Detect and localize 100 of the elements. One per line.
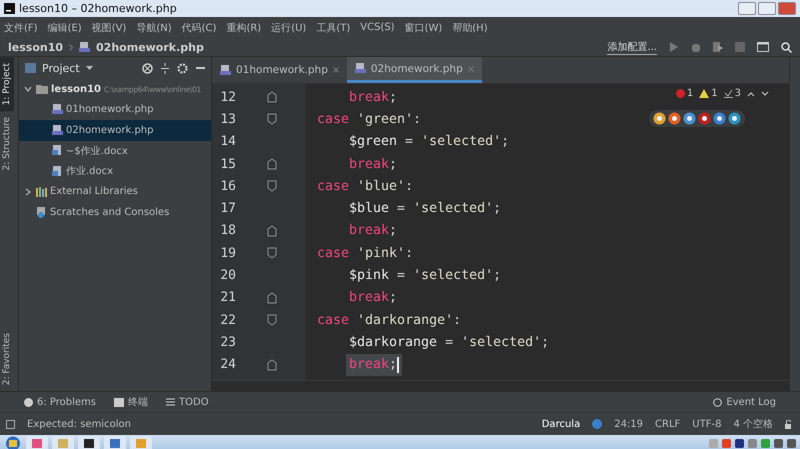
- close-icon[interactable]: [332, 67, 339, 73]
- speech-bubble-icon: [713, 398, 722, 406]
- fold-marker-icon[interactable]: [266, 224, 278, 237]
- menu-item[interactable]: 代码(C): [182, 20, 216, 34]
- fold-marker-icon[interactable]: [266, 292, 278, 304]
- chevron-right-icon[interactable]: [23, 186, 33, 197]
- tool-window-tab[interactable]: 2: Structure: [0, 111, 14, 177]
- php-file-icon: [52, 124, 63, 136]
- browser-icon[interactable]: [683, 112, 696, 125]
- chevron-up-icon[interactable]: [747, 90, 755, 96]
- line-number: 24: [219, 357, 236, 372]
- fold-marker-icon[interactable]: [266, 91, 278, 104]
- run-configuration[interactable]: 添加配置...: [607, 40, 657, 54]
- tool-window-tab[interactable]: 1: Project: [0, 57, 14, 112]
- menu-item[interactable]: 窗口(W): [404, 20, 442, 34]
- run-icon[interactable]: [669, 42, 679, 52]
- line-number: 21: [219, 290, 236, 306]
- error-count[interactable]: 1: [686, 88, 694, 99]
- menu-item[interactable]: 导航(N): [136, 20, 172, 34]
- search-icon[interactable]: [781, 42, 792, 52]
- menu-item[interactable]: 运行(U): [271, 20, 306, 34]
- tree-item[interactable]: 02homework.php: [19, 120, 211, 140]
- chevron-down-icon[interactable]: [761, 90, 769, 96]
- php-file-icon: [220, 64, 231, 76]
- line-separator[interactable]: CRLF: [655, 418, 680, 430]
- dropdown-icon[interactable]: [86, 66, 93, 70]
- indent-setting[interactable]: 4 个空格: [733, 417, 773, 431]
- terminal-icon: [114, 398, 124, 406]
- line-number: 15: [219, 156, 236, 172]
- warning-icon: [699, 89, 710, 98]
- menu-item[interactable]: 编辑(E): [48, 20, 82, 34]
- tree-item[interactable]: 01homework.php: [19, 100, 211, 120]
- theme-label[interactable]: Darcula: [542, 418, 580, 430]
- line-number: 17: [219, 201, 236, 216]
- breadcrumb[interactable]: lesson10: [8, 40, 64, 54]
- breadcrumb[interactable]: 02homework.php: [96, 40, 204, 54]
- tree-item[interactable]: ~$作业.docx: [19, 140, 211, 161]
- tree-item[interactable]: Scratches and Consoles: [19, 202, 211, 222]
- coverage-icon[interactable]: [713, 42, 723, 52]
- hide-icon[interactable]: [196, 66, 205, 70]
- tree-item[interactable]: 作业.docx: [19, 161, 211, 182]
- folder-icon: [36, 84, 48, 94]
- code-line: case 'pink':: [316, 244, 414, 263]
- browser-icon[interactable]: [728, 112, 741, 125]
- app-icon: [4, 3, 15, 14]
- tool-window-tab[interactable]: 2: Favorites: [0, 326, 14, 391]
- panel-title[interactable]: Project: [42, 62, 80, 74]
- lock-icon[interactable]: [785, 420, 794, 428]
- code-line: $green = 'selected';: [348, 133, 510, 152]
- tool-tab[interactable]: TODO: [166, 396, 209, 408]
- tool-tab[interactable]: Event Log: [713, 396, 776, 408]
- weak-warning-count[interactable]: 3: [734, 88, 741, 99]
- menu-item[interactable]: 重构(R): [226, 20, 262, 34]
- debug-icon[interactable]: [691, 42, 701, 52]
- warning-count[interactable]: 1: [711, 88, 718, 99]
- menu-item[interactable]: 文件(F): [4, 20, 38, 34]
- code-line: break;: [348, 88, 398, 107]
- browser-icon[interactable]: [713, 112, 726, 125]
- menu-item[interactable]: 工具(T): [316, 20, 350, 34]
- fold-marker-icon[interactable]: [266, 314, 278, 326]
- editor-tab[interactable]: 01homework.php: [212, 57, 347, 83]
- tree-label: Scratches and Consoles: [50, 206, 170, 218]
- browser-icon[interactable]: [698, 112, 711, 125]
- fold-marker-icon[interactable]: [266, 358, 278, 371]
- code-line: case 'blue':: [316, 178, 414, 196]
- maximize-button[interactable]: [758, 2, 776, 15]
- menu-item[interactable]: 视图(V): [92, 20, 126, 34]
- tree-label: 01homework.php: [66, 104, 154, 116]
- chevron-down-icon[interactable]: [23, 84, 33, 94]
- chevron-right-icon: [69, 44, 74, 50]
- collapse-icon[interactable]: [161, 62, 169, 74]
- target-icon[interactable]: [142, 62, 153, 74]
- menu-item[interactable]: 帮助(H): [452, 20, 488, 34]
- tool-tab[interactable]: 6: Problems: [24, 396, 96, 408]
- code-line: break;: [348, 156, 398, 174]
- fold-marker-icon[interactable]: [266, 158, 278, 170]
- line-number: 12: [219, 90, 236, 105]
- taskbar-app-icon[interactable]: [78, 436, 100, 449]
- caret-position[interactable]: 24:19: [614, 418, 644, 430]
- start-button[interactable]: [4, 436, 22, 449]
- browser-icon[interactable]: [668, 112, 681, 125]
- square-icon[interactable]: [6, 420, 15, 428]
- minimize-button[interactable]: [738, 2, 756, 15]
- panel-icon: [25, 63, 36, 73]
- code-line: $darkorange = 'selected';: [348, 334, 550, 352]
- editor-tab[interactable]: 02homework.php: [346, 57, 482, 83]
- fold-marker-icon[interactable]: [266, 113, 278, 126]
- menu-item[interactable]: VCS(S): [360, 22, 395, 33]
- tree-label: External Libraries: [50, 186, 138, 198]
- settings-icon[interactable]: [177, 62, 188, 74]
- browser-icon[interactable]: [653, 112, 666, 125]
- fold-marker-icon[interactable]: [266, 247, 278, 260]
- status-message: Expected: semicolon: [27, 418, 131, 430]
- window-icon[interactable]: [757, 42, 769, 52]
- file-encoding[interactable]: UTF-8: [692, 418, 722, 430]
- tree-item[interactable]: External Libraries: [19, 182, 211, 202]
- line-number: 13: [219, 112, 236, 127]
- tool-tab[interactable]: 终端: [114, 395, 148, 409]
- fold-marker-icon[interactable]: [266, 180, 278, 192]
- code-line: case 'darkorange':: [316, 312, 462, 330]
